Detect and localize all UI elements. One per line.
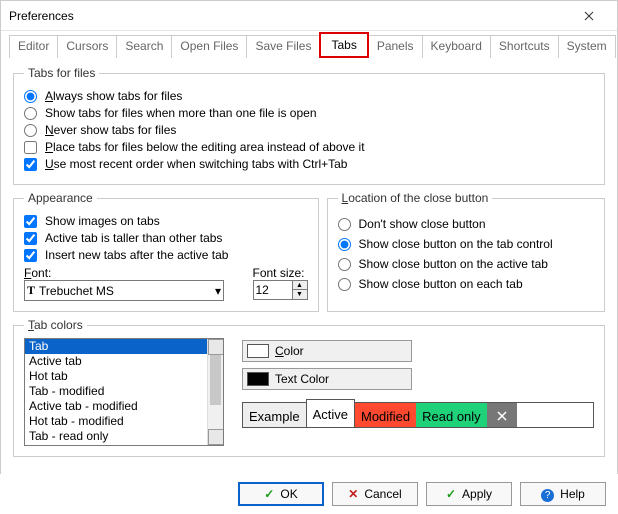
tab-keyboard[interactable]: Keyboard [422, 35, 491, 58]
example-tab-normal: Example [243, 403, 306, 427]
label-active-taller: Active tab is taller than other tabs [45, 231, 222, 245]
list-item[interactable]: Tab - modified [25, 384, 207, 399]
legend-appearance: Appearance [24, 191, 97, 205]
scroll-thumb[interactable] [210, 355, 221, 405]
label-tabs-below: Place tabs for files below the editing a… [45, 140, 365, 154]
list-item[interactable]: Tab [25, 339, 207, 354]
check-icon [264, 487, 274, 501]
scroll-down-icon[interactable]: ▼ [208, 429, 224, 445]
tab-save-files[interactable]: Save Files [246, 35, 320, 58]
window-close-button[interactable] [569, 2, 609, 30]
check-active-taller[interactable] [24, 232, 37, 245]
radio-always-show[interactable] [24, 90, 37, 103]
list-item[interactable]: Active tab [25, 354, 207, 369]
x-icon [348, 487, 358, 501]
color-button-label: Color [275, 344, 304, 358]
legend-tab-colors: Tab colors [24, 318, 87, 332]
label-close-each: Show close button on each tab [359, 277, 523, 291]
preferences-tabstrip: Editor Cursors Search Open Files Save Fi… [1, 31, 617, 58]
tab-search[interactable]: Search [116, 35, 172, 58]
example-tabstrip: Example Active Modified Read only [242, 402, 594, 428]
group-close-button: Location of the close button Don't show … [327, 191, 606, 312]
group-tab-colors: Tab colors Tab Active tab Hot tab Tab - … [13, 318, 605, 457]
radio-show-when-multi[interactable] [24, 107, 37, 120]
close-icon [497, 411, 507, 421]
font-combobox[interactable]: T Trebuchet MS ▾ [24, 280, 224, 301]
radio-close-tabcontrol[interactable] [338, 238, 351, 251]
check-show-images[interactable] [24, 215, 37, 228]
example-tab-readonly: Read only [416, 403, 487, 427]
spin-down-icon[interactable]: ▼ [293, 290, 307, 299]
list-item[interactable]: Hot tab [25, 369, 207, 384]
tab-editor[interactable]: Editor [9, 35, 58, 58]
text-color-swatch [247, 372, 269, 386]
text-color-button-label: Text Color [275, 372, 329, 386]
radio-close-active[interactable] [338, 258, 351, 271]
list-item[interactable]: Active tab - modified [25, 399, 207, 414]
example-tab-modified: Modified [355, 403, 416, 427]
check-tabs-below[interactable] [24, 141, 37, 154]
example-tab-active: Active [306, 399, 355, 427]
spin-up-icon[interactable]: ▲ [293, 281, 307, 290]
help-label: Help [560, 487, 585, 501]
radio-never-show[interactable] [24, 124, 37, 137]
tab-cursors[interactable]: Cursors [57, 35, 117, 58]
color-button[interactable]: Color [242, 340, 412, 362]
check-recent-order[interactable] [24, 158, 37, 171]
tab-colors-listbox[interactable]: Tab Active tab Hot tab Tab - modified Ac… [24, 338, 224, 446]
label-never-show: Never show tabs for files [45, 123, 176, 137]
listbox-scrollbar[interactable]: ▲ ▼ [207, 339, 223, 445]
group-tabs-for-files: Tabs for files Always show tabs for file… [13, 66, 605, 185]
help-button[interactable]: Help [520, 482, 606, 506]
cancel-label: Cancel [364, 487, 401, 501]
label-font-size: Font size: [253, 266, 308, 280]
label-close-active: Show close button on the active tab [359, 257, 548, 271]
radio-close-each[interactable] [338, 278, 351, 291]
chevron-down-icon: ▾ [215, 284, 221, 298]
tab-tabs[interactable]: Tabs [319, 32, 368, 58]
font-size-spinner[interactable]: ▲▼ [293, 280, 308, 300]
legend-tabs-for-files: Tabs for files [24, 66, 99, 80]
example-tab-close [487, 403, 517, 427]
ok-label: OK [280, 487, 297, 501]
tab-shortcuts[interactable]: Shortcuts [490, 35, 559, 58]
scroll-up-icon[interactable]: ▲ [208, 339, 224, 355]
window-title: Preferences [9, 9, 569, 23]
apply-label: Apply [462, 487, 492, 501]
label-close-none: Don't show close button [359, 217, 486, 231]
cancel-button[interactable]: Cancel [332, 482, 418, 506]
label-close-tabcontrol: Show close button on the tab control [359, 237, 553, 251]
check-icon [446, 487, 456, 501]
list-item[interactable]: Hot tab - modified [25, 414, 207, 429]
label-show-when-multi: Show tabs for files when more than one f… [45, 106, 317, 120]
label-show-images: Show images on tabs [45, 214, 160, 228]
list-item[interactable]: Tab - read only [25, 429, 207, 444]
title-bar: Preferences [1, 1, 617, 31]
group-appearance: Appearance Show images on tabs Active ta… [13, 191, 319, 312]
label-font: Font: [24, 266, 243, 280]
label-recent-order: Use most recent order when switching tab… [45, 157, 347, 171]
truetype-icon: T [27, 283, 35, 298]
ok-button[interactable]: OK [238, 482, 324, 506]
tab-open-files[interactable]: Open Files [171, 35, 247, 58]
help-icon [541, 487, 554, 502]
color-swatch [247, 344, 269, 358]
dialog-footer: OK Cancel Apply Help [0, 474, 618, 514]
legend-close-button: Location of the close button [338, 191, 493, 205]
tab-panels[interactable]: Panels [368, 35, 423, 58]
font-size-input[interactable] [253, 280, 293, 300]
text-color-button[interactable]: Text Color [242, 368, 412, 390]
content-area: Tabs for files Always show tabs for file… [1, 58, 617, 471]
check-insert-after[interactable] [24, 249, 37, 262]
apply-button[interactable]: Apply [426, 482, 512, 506]
label-always-show: Always show tabs for files [45, 89, 182, 103]
radio-close-none[interactable] [338, 218, 351, 231]
tab-system[interactable]: System [558, 35, 616, 58]
label-insert-after: Insert new tabs after the active tab [45, 248, 228, 262]
font-value: Trebuchet MS [39, 284, 215, 298]
